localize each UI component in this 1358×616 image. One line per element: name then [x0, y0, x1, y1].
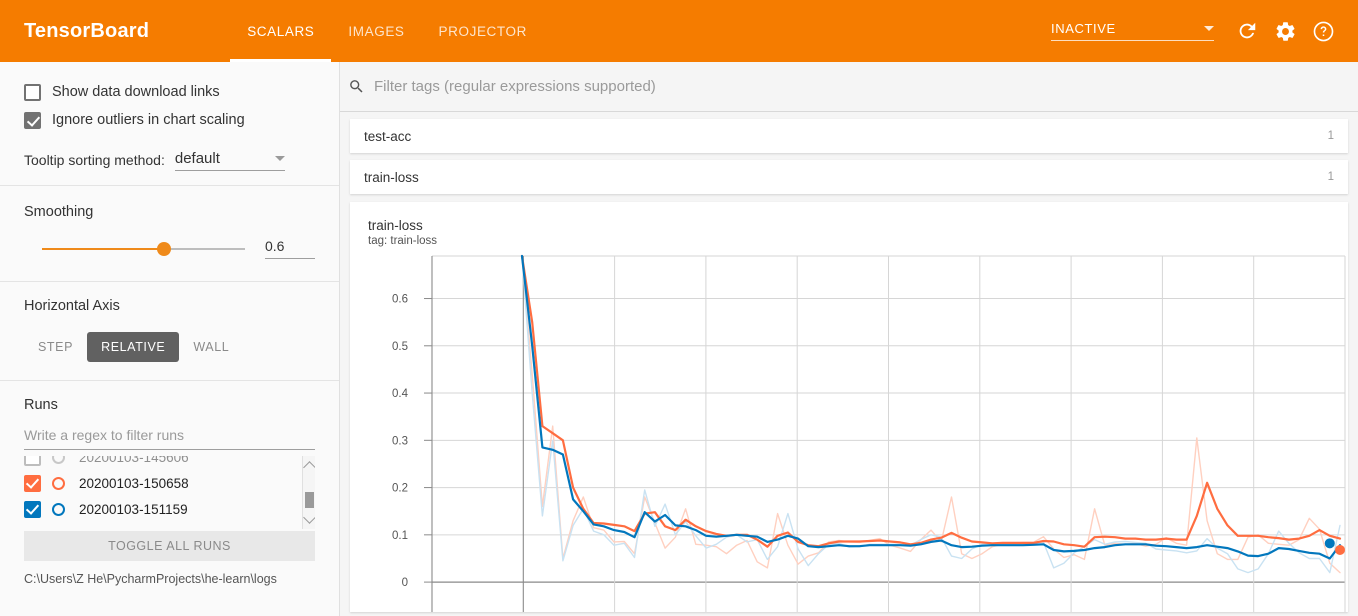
- tooltip-sorting-dropdown[interactable]: default: [174, 150, 285, 171]
- toggle-all-runs-button[interactable]: TOGGLE ALL RUNS: [24, 531, 315, 561]
- checkbox-box: [24, 111, 41, 129]
- gear-icon: [1274, 20, 1297, 43]
- smoothing-row: 0.6: [24, 238, 315, 259]
- run-status-value: INACTIVE: [1051, 21, 1116, 36]
- train-loss-line-chart: 0.6 0.5 0.4 0.3 0.2 0.1 0: [392, 254, 1346, 612]
- smoothing-slider-fill: [42, 247, 164, 250]
- tab-images[interactable]: IMAGES: [331, 0, 421, 62]
- chart-title: train-loss: [368, 218, 423, 233]
- run-status-dropdown[interactable]: INACTIVE: [1051, 21, 1214, 41]
- checkbox-box: [24, 83, 41, 101]
- smoothing-label: Smoothing: [24, 204, 94, 220]
- scroll-up-arrow-icon[interactable]: [303, 461, 315, 474]
- main-content: Filter tags (regular expressions support…: [340, 62, 1358, 616]
- run-name: 20200103-150658: [79, 475, 189, 491]
- scrollbar-thumb[interactable]: [305, 492, 314, 508]
- runs-list[interactable]: 20200103-145606 20200103-150658 20200103…: [24, 456, 315, 529]
- tab-images-label: IMAGES: [348, 23, 405, 39]
- app-header: TensorBoard SCALARS IMAGES PROJECTOR INA…: [0, 0, 1358, 62]
- chart-subtitle: tag: train-loss: [368, 235, 438, 247]
- tooltip-sorting-row: Tooltip sorting method: default: [24, 150, 315, 171]
- horizontal-axis-section: Horizontal Axis STEP RELATIVE WALL: [0, 282, 339, 380]
- checkbox-label: Ignore outliers in chart scaling: [52, 112, 245, 128]
- runs-section: Runs Write a regex to filter runs 202001…: [0, 381, 339, 600]
- smoothing-value-input[interactable]: 0.6: [265, 238, 315, 259]
- run-item-1[interactable]: 20200103-150658: [24, 470, 315, 496]
- tooltip-sorting-label: Tooltip sorting method:: [24, 152, 165, 168]
- chart-plot-area[interactable]: 0.6 0.5 0.4 0.3 0.2 0.1 0: [350, 254, 1348, 612]
- app-brand: TensorBoard: [24, 19, 150, 42]
- sidebar: Show data download links Ignore outliers…: [0, 62, 340, 616]
- smoothing-slider-thumb[interactable]: [156, 241, 171, 256]
- help-icon: [1312, 20, 1335, 43]
- run-color-dot: [52, 476, 65, 490]
- tag-card-train-loss[interactable]: train-loss 1: [350, 160, 1348, 194]
- chevron-down-icon: [1204, 26, 1214, 31]
- run-name: 20200103-145606: [79, 456, 189, 465]
- axis-button-relative[interactable]: RELATIVE: [87, 332, 180, 362]
- tab-scalars[interactable]: SCALARS: [230, 0, 332, 62]
- tag-filter-input[interactable]: Filter tags (regular expressions support…: [374, 78, 656, 95]
- run-color-dot: [52, 502, 65, 516]
- svg-text:0.2: 0.2: [392, 483, 408, 495]
- svg-text:0.5: 0.5: [392, 341, 408, 353]
- tag-card-test-acc[interactable]: test-acc 1: [350, 119, 1348, 153]
- svg-text:0.4: 0.4: [392, 388, 409, 400]
- smoothing-section: Smoothing 0.6: [0, 186, 339, 281]
- run-checkbox[interactable]: [24, 456, 41, 466]
- tag-name: test-acc: [364, 128, 412, 144]
- run-checkbox[interactable]: [24, 474, 41, 492]
- smoothing-slider[interactable]: [42, 241, 245, 256]
- refresh-button[interactable]: [1230, 14, 1264, 48]
- tag-count: 1: [1327, 171, 1334, 183]
- checkbox-ignore-outliers[interactable]: Ignore outliers in chart scaling: [24, 106, 315, 134]
- refresh-icon: [1236, 20, 1258, 42]
- logdir-path: C:\Users\Z He\PycharmProjects\he-learn\l…: [24, 572, 277, 586]
- tag-filter-bar[interactable]: Filter tags (regular expressions support…: [340, 62, 1358, 112]
- search-icon: [348, 78, 365, 95]
- runs-scrollbar[interactable]: [302, 456, 315, 529]
- runs-label: Runs: [24, 397, 58, 413]
- chart-card-train-loss[interactable]: train-loss tag: train-loss 0.6 0.5 0.4 0.3 0…: [350, 202, 1348, 612]
- tag-name: train-loss: [364, 169, 419, 185]
- nav-tabs: SCALARS IMAGES PROJECTOR: [230, 0, 544, 62]
- tag-count: 1: [1327, 130, 1334, 142]
- horizontal-axis-buttons: STEP RELATIVE WALL: [24, 332, 315, 362]
- checkbox-show-data-download-links[interactable]: Show data download links: [24, 78, 315, 106]
- scroll-down-arrow-icon[interactable]: [303, 511, 315, 524]
- run-item-2[interactable]: 20200103-151159: [24, 496, 315, 522]
- checkbox-label: Show data download links: [52, 84, 220, 100]
- header-actions: INACTIVE: [1051, 14, 1340, 48]
- axis-button-wall[interactable]: WALL: [179, 332, 243, 362]
- svg-text:0.3: 0.3: [392, 435, 408, 447]
- runs-filter-input[interactable]: Write a regex to filter runs: [24, 427, 315, 450]
- tab-projector[interactable]: PROJECTOR: [422, 0, 544, 62]
- help-button[interactable]: [1306, 14, 1340, 48]
- horizontal-axis-label: Horizontal Axis: [24, 298, 120, 314]
- tooltip-sorting-value: default: [174, 150, 220, 167]
- run-checkbox[interactable]: [24, 500, 41, 518]
- axis-button-step[interactable]: STEP: [24, 332, 87, 362]
- tab-scalars-label: SCALARS: [247, 23, 315, 39]
- svg-text:0: 0: [402, 577, 408, 589]
- tab-projector-label: PROJECTOR: [438, 23, 527, 39]
- svg-text:0.6: 0.6: [392, 294, 408, 306]
- run-color-dot: [52, 456, 65, 464]
- run-item-0[interactable]: 20200103-145606: [24, 456, 315, 470]
- chevron-down-icon: [274, 156, 285, 161]
- sidebar-settings-section: Show data download links Ignore outliers…: [0, 62, 339, 185]
- settings-button[interactable]: [1268, 14, 1302, 48]
- svg-text:0.1: 0.1: [392, 530, 408, 542]
- run-name: 20200103-151159: [79, 501, 188, 517]
